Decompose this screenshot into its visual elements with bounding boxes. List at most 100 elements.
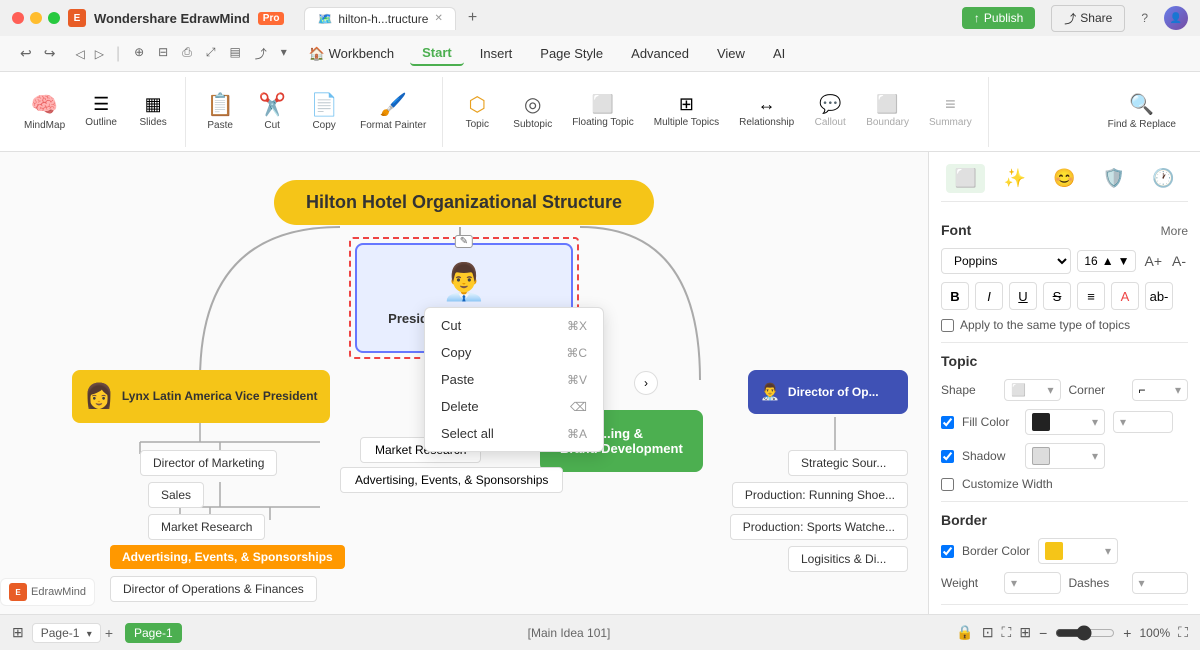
- history-back[interactable]: ◁: [71, 45, 88, 63]
- ctx-paste[interactable]: Paste ⌘V: [425, 366, 603, 393]
- fit-icon[interactable]: ⊞: [1019, 624, 1031, 641]
- menu-page-style[interactable]: Page Style: [528, 42, 615, 65]
- shape-select[interactable]: ⬜ ▾: [1004, 379, 1061, 401]
- fill-color-select[interactable]: ▾: [1025, 409, 1105, 435]
- layout-toggle[interactable]: ⊞: [12, 624, 24, 641]
- paste-tool[interactable]: 📋 Paste: [196, 86, 244, 138]
- panel-toggle-button[interactable]: ›: [634, 371, 658, 395]
- corner-select[interactable]: ⌐ ▾: [1132, 379, 1189, 401]
- menu-advanced[interactable]: Advanced: [619, 42, 701, 65]
- fill-color-checkbox[interactable]: [941, 416, 954, 429]
- panel-tab-magic[interactable]: ✨: [996, 164, 1034, 193]
- strategic-node[interactable]: Strategic Sour...: [788, 450, 908, 476]
- columns-icon[interactable]: ⊡: [982, 624, 994, 641]
- strikethrough-button[interactable]: S: [1043, 282, 1071, 310]
- action-btn-7[interactable]: ▾: [275, 43, 293, 64]
- action-btn-2[interactable]: ⊟: [152, 43, 174, 64]
- action-btn-3[interactable]: ⎙: [176, 43, 198, 64]
- mindmap-tool[interactable]: 🧠 MindMap: [16, 86, 73, 138]
- format-painter-tool[interactable]: 🖌️ Format Painter: [352, 86, 434, 138]
- right-dir-node[interactable]: 👨‍⚕️ Director of Op...: [748, 370, 908, 414]
- maximize-button[interactable]: [48, 12, 60, 24]
- shadow-checkbox[interactable]: [941, 450, 954, 463]
- prod-shoes-node[interactable]: Production: Running Shoe...: [732, 482, 908, 508]
- font-more-button[interactable]: More: [1161, 224, 1188, 238]
- border-color-select[interactable]: ▾: [1038, 538, 1118, 564]
- find-replace-tool[interactable]: 🔍 Find & Replace: [1100, 86, 1184, 137]
- add-page-button[interactable]: +: [105, 625, 113, 641]
- copy-tool[interactable]: 📄 Copy: [300, 86, 348, 138]
- subtopic-tool[interactable]: ◎ Subtopic: [505, 86, 560, 137]
- undo-button[interactable]: ↩: [16, 43, 36, 64]
- weight-select[interactable]: ▾: [1004, 572, 1061, 594]
- callout-tool[interactable]: 💬 Callout: [806, 88, 854, 135]
- ctx-cut[interactable]: Cut ⌘X: [425, 312, 603, 339]
- font-family-select[interactable]: Poppins: [941, 248, 1071, 274]
- minimize-button[interactable]: [30, 12, 42, 24]
- slides-tool[interactable]: ▦ Slides: [129, 88, 177, 135]
- apply-same-type-checkbox[interactable]: [941, 319, 954, 332]
- market-research-left-node[interactable]: Market Research: [148, 514, 265, 540]
- align-button[interactable]: ≡: [1077, 282, 1105, 310]
- action-btn-4[interactable]: ⤢: [200, 43, 222, 64]
- customize-width-checkbox[interactable]: [941, 478, 954, 491]
- font-color-button[interactable]: A: [1111, 282, 1139, 310]
- dir-ops-node[interactable]: Director of Operations & Finances: [110, 576, 317, 602]
- zoom-out-icon[interactable]: −: [1039, 625, 1047, 641]
- action-btn-1[interactable]: ⊕: [128, 43, 150, 64]
- publish-button[interactable]: ↑ Publish: [962, 7, 1035, 29]
- expand-icon[interactable]: ⛶: [1178, 624, 1188, 641]
- add-tab-button[interactable]: +: [468, 9, 477, 27]
- highlight-button[interactable]: ab-: [1145, 282, 1173, 310]
- boundary-tool[interactable]: ⬜ Boundary: [858, 88, 917, 135]
- menu-start[interactable]: Start: [410, 41, 464, 66]
- bold-button[interactable]: B: [941, 282, 969, 310]
- relationship-tool[interactable]: ↔ Relationship: [731, 88, 802, 135]
- font-increase-button[interactable]: A+: [1142, 251, 1164, 271]
- action-btn-5[interactable]: ▤: [223, 43, 246, 64]
- menu-ai[interactable]: AI: [761, 42, 797, 65]
- cut-tool[interactable]: ✂️ Cut: [248, 86, 296, 138]
- prod-watches-node[interactable]: Production: Sports Watche...: [730, 514, 908, 540]
- menu-insert[interactable]: Insert: [468, 42, 525, 65]
- adv-events-left-node[interactable]: Advertising, Events, & Sponsorships: [110, 545, 345, 569]
- font-size-up-icon[interactable]: ▲: [1102, 254, 1114, 268]
- action-btn-6[interactable]: ⤴: [249, 43, 273, 64]
- page-tab-1-expand[interactable]: ▾: [87, 629, 92, 640]
- font-decrease-button[interactable]: A-: [1170, 251, 1188, 271]
- tab-close-icon[interactable]: ✕: [434, 13, 442, 24]
- help-button[interactable]: ?: [1141, 11, 1148, 25]
- user-avatar[interactable]: 👤: [1164, 6, 1188, 30]
- close-button[interactable]: [12, 12, 24, 24]
- summary-tool[interactable]: ≡ Summary: [921, 88, 980, 135]
- logistics-node[interactable]: Logisitics & Di...: [788, 546, 908, 572]
- font-size-down-icon[interactable]: ▼: [1118, 254, 1130, 268]
- sales-node[interactable]: Sales: [148, 482, 204, 508]
- outline-tool[interactable]: ☰ Outline: [77, 88, 125, 135]
- ctx-delete[interactable]: Delete ⌫: [425, 393, 603, 420]
- file-tab[interactable]: 🗺️ hilton-h...tructure ✕: [304, 7, 455, 30]
- fill-opacity-select[interactable]: ▾: [1113, 411, 1173, 433]
- shadow-color-select[interactable]: ▾: [1025, 443, 1105, 469]
- underline-button[interactable]: U: [1009, 282, 1037, 310]
- dashes-select[interactable]: ▾: [1132, 572, 1189, 594]
- topic-tool[interactable]: ⬡ Topic: [453, 86, 501, 137]
- italic-button[interactable]: I: [975, 282, 1003, 310]
- menu-workbench[interactable]: 🏠 Workbench: [297, 42, 406, 66]
- ctx-select-all[interactable]: Select all ⌘A: [425, 420, 603, 447]
- redo-button[interactable]: ↪: [40, 43, 60, 64]
- menu-view[interactable]: View: [705, 42, 757, 65]
- fullscreen-icon[interactable]: ⛶: [1002, 624, 1012, 641]
- vp-node[interactable]: 👩 Lynx Latin America Vice President: [72, 370, 330, 423]
- panel-tab-emoji[interactable]: 😊: [1045, 164, 1083, 193]
- page-tab-1[interactable]: Page-1 ▾: [32, 623, 101, 643]
- canvas[interactable]: Hilton Hotel Organizational Structure ✎ …: [0, 152, 928, 614]
- border-color-checkbox[interactable]: [941, 545, 954, 558]
- panel-tab-clock[interactable]: 🕐: [1144, 164, 1182, 193]
- ctx-copy[interactable]: Copy ⌘C: [425, 339, 603, 366]
- history-forward[interactable]: ▷: [91, 45, 108, 63]
- panel-tab-style[interactable]: ⬜: [946, 164, 984, 193]
- multiple-topics-tool[interactable]: ⊞ Multiple Topics: [646, 88, 727, 135]
- zoom-in-icon[interactable]: +: [1123, 625, 1131, 641]
- active-page-tab[interactable]: Page-1: [125, 623, 182, 643]
